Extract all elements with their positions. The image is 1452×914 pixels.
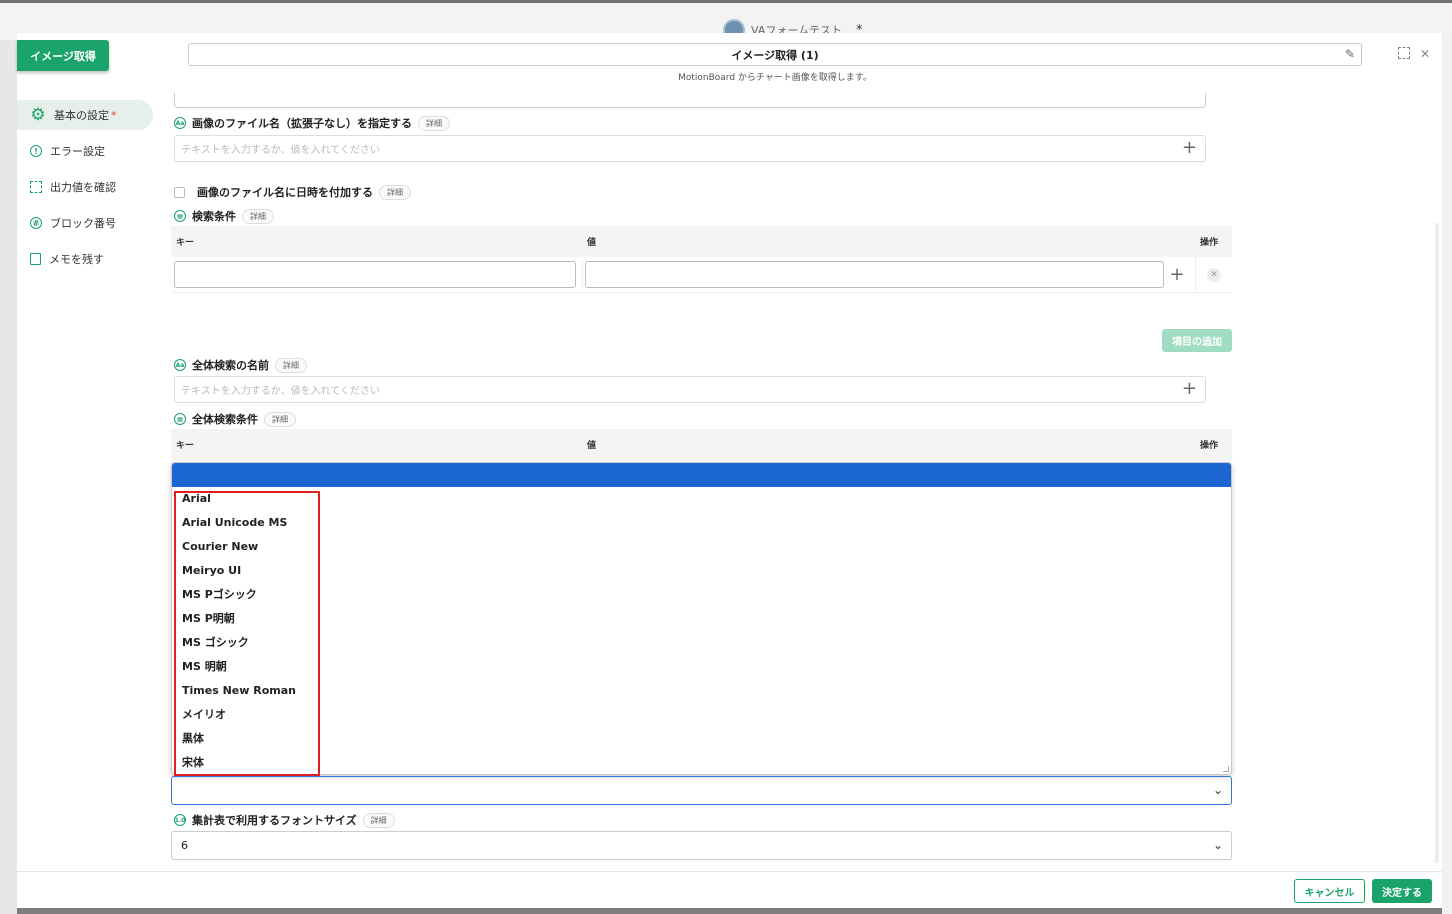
chevron-down-icon: ⌄: [1212, 783, 1223, 797]
table-type-icon: ▦: [174, 413, 186, 425]
sidebar-item-block-number[interactable]: # ブロック番号: [17, 208, 157, 238]
search-condition-table: キー 値 操作 + ✕: [171, 226, 1232, 293]
sidebar-item-error[interactable]: ! エラー設定: [17, 136, 157, 166]
detail-badge[interactable]: 詳細: [362, 812, 395, 828]
append-date-checkbox[interactable]: [174, 186, 185, 198]
plus-icon[interactable]: +: [1166, 264, 1188, 285]
dropdown-option[interactable]: MS Pゴシック: [172, 589, 1231, 613]
chevron-down-icon: ⌄: [1212, 838, 1223, 852]
background-left-panel: [0, 40, 17, 914]
header-icons: ✕: [1398, 47, 1430, 61]
text-type-icon: Aa: [174, 359, 186, 371]
dropdown-option[interactable]: Arial Unicode MS: [172, 517, 1231, 541]
previous-field[interactable]: [174, 93, 1206, 108]
sidebar-item-basic[interactable]: ⚙ 基本の設定 *: [17, 100, 153, 130]
key-input[interactable]: [174, 261, 576, 288]
append-date-row: 画像のファイル名に日時を付加する 詳細: [174, 184, 411, 200]
dropdown-options: Arial Arial Unicode MS Courier New Meiryo U…: [172, 487, 1231, 774]
global-search-label: ▦ 全体検索条件 詳細: [174, 411, 296, 427]
error-icon: !: [30, 145, 42, 157]
value-input[interactable]: [585, 261, 1164, 288]
modal-footer: キャンセル 決定する: [17, 871, 1442, 908]
dropdown-option[interactable]: Arial: [172, 493, 1231, 517]
sidebar-item-label: 出力値を確認: [50, 181, 116, 194]
dropdown-option[interactable]: 宋体: [172, 757, 1231, 774]
dropdown-option[interactable]: MS P明朝: [172, 613, 1231, 637]
settings-sidebar: ⚙ 基本の設定 * ! エラー設定 出力値を確認 # ブロック番号 メモを残す: [17, 100, 157, 280]
detail-badge[interactable]: 詳細: [418, 115, 450, 131]
font-select[interactable]: ⌄: [171, 776, 1232, 805]
table-type-icon: ▦: [174, 210, 186, 222]
block-number-icon: #: [30, 217, 42, 229]
filename-label: Aa 画像のファイル名（拡張子なし）を指定する 詳細: [174, 115, 450, 131]
text-type-icon: Aa: [174, 117, 186, 129]
detail-badge[interactable]: 詳細: [242, 208, 274, 224]
detail-badge[interactable]: 詳細: [275, 357, 307, 373]
font-size-select[interactable]: 6 ⌄: [171, 831, 1232, 860]
sidebar-item-memo[interactable]: メモを残す: [17, 244, 157, 274]
table-row: + ✕: [171, 257, 1232, 293]
dropdown-option[interactable]: Times New Roman: [172, 685, 1231, 709]
filename-input[interactable]: テキストを入力するか、値を入れてください +: [174, 135, 1206, 162]
background-right-panel: [1442, 33, 1452, 914]
block-type-button[interactable]: イメージ取得: [17, 40, 109, 71]
table-header: キー 値 操作: [171, 226, 1232, 257]
global-name-input[interactable]: テキストを入力するか、値を入れてください +: [174, 376, 1206, 403]
table-header: キー 値 操作: [171, 429, 1232, 460]
pencil-icon[interactable]: ✎: [1345, 47, 1355, 61]
sidebar-item-label: 基本の設定: [54, 109, 109, 122]
dropdown-option[interactable]: MS ゴシック: [172, 637, 1231, 661]
gear-icon: ⚙: [30, 104, 46, 125]
plus-icon[interactable]: +: [1182, 138, 1197, 158]
remove-row-icon[interactable]: ✕: [1207, 267, 1221, 282]
block-description: MotionBoard からチャート画像を取得します。: [678, 73, 872, 83]
font-size-label: 1.0 集計表で利用するフォントサイズ 詳細: [174, 812, 395, 828]
cancel-button[interactable]: キャンセル: [1294, 879, 1365, 903]
dropdown-option[interactable]: MS 明朝: [172, 661, 1231, 685]
detail-badge[interactable]: 詳細: [264, 411, 296, 427]
scrollbar[interactable]: [1435, 223, 1439, 863]
bracket-icon: [30, 181, 42, 193]
font-dropdown-list[interactable]: Arial Arial Unicode MS Courier New Meiryo U…: [171, 462, 1232, 775]
dropdown-option[interactable]: メイリオ: [172, 709, 1231, 733]
sidebar-item-output[interactable]: 出力値を確認: [17, 172, 157, 202]
font-size-value: 6: [181, 839, 188, 852]
confirm-button[interactable]: 決定する: [1372, 879, 1432, 903]
plus-icon[interactable]: +: [1182, 379, 1197, 399]
number-type-icon: 1.0: [174, 814, 186, 826]
dropdown-option[interactable]: 黒体: [172, 733, 1231, 757]
required-mark: *: [111, 108, 117, 122]
dropdown-option[interactable]: Courier New: [172, 541, 1231, 565]
add-item-button[interactable]: 項目の追加: [1162, 329, 1232, 352]
close-icon[interactable]: ✕: [1420, 47, 1430, 61]
sidebar-item-label: ブロック番号: [50, 217, 116, 230]
dropdown-option-empty[interactable]: [172, 463, 1231, 487]
sidebar-item-label: エラー設定: [50, 145, 105, 158]
block-title-field[interactable]: イメージ取得 (1) ✎: [188, 43, 1362, 66]
dropdown-option[interactable]: Meiryo UI: [172, 565, 1231, 589]
sidebar-item-label: メモを残す: [49, 253, 104, 266]
detail-badge[interactable]: 詳細: [379, 184, 411, 200]
note-icon: [30, 253, 41, 265]
global-name-label: Aa 全体検索の名前 詳細: [174, 357, 307, 373]
search-label: ▦ 検索条件 詳細: [174, 208, 274, 224]
select-area-icon[interactable]: [1398, 47, 1410, 59]
resize-handle[interactable]: [1223, 766, 1229, 772]
block-title-text: イメージ取得 (1): [731, 48, 819, 62]
